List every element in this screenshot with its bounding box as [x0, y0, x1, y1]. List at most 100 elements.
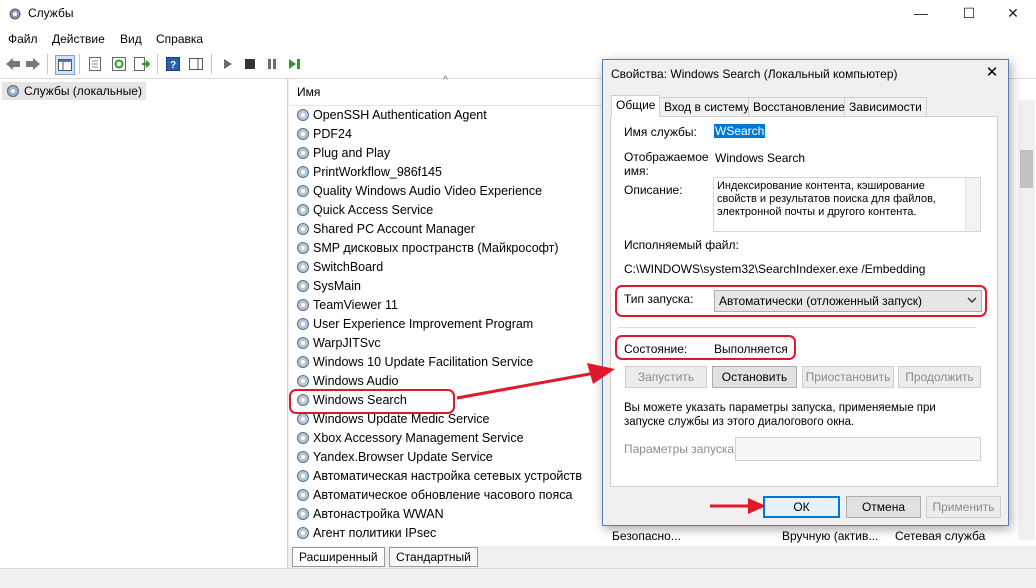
tab-logon[interactable]: Вход в систему: [659, 97, 755, 117]
tree-item-services-local[interactable]: Службы (локальные): [2, 82, 146, 100]
service-name: PDF24: [313, 127, 352, 141]
start-parameters-label: Параметры запуска:: [624, 442, 738, 456]
menu-help[interactable]: Справка: [156, 32, 203, 46]
service-name: TeamViewer 11: [313, 298, 398, 312]
tab-recovery[interactable]: Восстановление: [748, 97, 850, 117]
pause-button[interactable]: Приостановить: [802, 366, 894, 388]
show-action-pane-icon[interactable]: [187, 55, 205, 73]
start-button[interactable]: Запустить: [625, 366, 707, 388]
title-bar: [0, 0, 1036, 28]
service-name-label: Имя службы:: [624, 125, 697, 139]
restart-service-icon[interactable]: [286, 55, 304, 73]
service-gear-icon: [297, 185, 309, 197]
start-service-icon[interactable]: [219, 55, 237, 73]
service-startup-cell: Вручную (актив...: [782, 529, 879, 543]
service-gear-icon: [297, 223, 309, 235]
description-scrollbar[interactable]: [965, 178, 980, 231]
service-gear-icon: [297, 318, 309, 330]
service-gear-icon: [297, 128, 309, 140]
service-gear-icon: [297, 242, 309, 254]
executable-path: C:\WINDOWS\system32\SearchIndexer.exe /E…: [624, 262, 926, 276]
apply-button[interactable]: Применить: [926, 496, 1001, 518]
column-header-name[interactable]: Имя ^: [289, 75, 619, 106]
executable-label: Исполняемый файл:: [624, 238, 739, 252]
menu-file[interactable]: Файл: [8, 32, 38, 46]
ok-button[interactable]: ОК: [763, 496, 840, 518]
tree-pane: [0, 79, 288, 568]
highlight-service-status: [615, 335, 796, 360]
red-arrow-to-dialog-icon: [456, 363, 615, 400]
svg-text:?: ?: [170, 60, 176, 71]
service-gear-icon: [297, 280, 309, 292]
tab-extended[interactable]: Расширенный: [292, 547, 385, 567]
status-bar: [0, 568, 1036, 588]
column-header-label: Имя: [297, 85, 321, 99]
tab-standard[interactable]: Стандартный: [389, 547, 478, 567]
service-gear-icon: [297, 375, 309, 387]
toolbar-separator: [157, 54, 158, 74]
gear-icon: [7, 85, 19, 97]
cancel-button[interactable]: Отмена: [846, 496, 921, 518]
service-gear-icon: [297, 204, 309, 216]
service-name: Автоматическая настройка сетевых устройс…: [313, 469, 583, 483]
service-name: OpenSSH Authentication Agent: [313, 108, 487, 122]
stop-service-icon[interactable]: [241, 55, 259, 73]
service-name: Quick Access Service: [313, 203, 434, 217]
tree-item-label: Службы (локальные): [24, 84, 142, 98]
dialog-title: Свойства: Windows Search (Локальный комп…: [611, 67, 898, 81]
service-name: WarpJITSvc: [313, 336, 381, 350]
service-gear-icon: [297, 166, 309, 178]
tab-general[interactable]: Общие: [611, 95, 661, 117]
menu-action[interactable]: Действие: [52, 32, 105, 46]
service-name: SMP дисковых пространств (Майкрософт): [313, 241, 559, 255]
menu-view[interactable]: Вид: [120, 32, 142, 46]
service-gear-icon: [297, 299, 309, 311]
pause-service-icon[interactable]: [263, 55, 281, 73]
toolbar-separator: [211, 54, 212, 74]
service-logon-cell: Сетевая служба: [895, 529, 986, 543]
help-icon[interactable]: ?: [164, 55, 182, 73]
tab-dependencies[interactable]: Зависимости: [844, 97, 927, 117]
start-parameters-hint: Вы можете указать параметры запуска, при…: [624, 402, 936, 428]
highlight-windows-search-row: [289, 389, 455, 414]
divider: [618, 327, 976, 328]
forward-arrow-icon[interactable]: [24, 55, 42, 73]
start-parameters-input[interactable]: [735, 437, 981, 461]
service-name: User Experience Improvement Program: [313, 317, 534, 331]
service-name: Quality Windows Audio Video Experience: [313, 184, 543, 198]
properties-sheet-icon[interactable]: [86, 55, 104, 73]
service-name: PrintWorkflow_986f145: [313, 165, 443, 179]
service-gear-icon: [297, 337, 309, 349]
maximize-button[interactable]: ☐: [946, 0, 992, 28]
service-gear-icon: [297, 527, 309, 539]
resume-button[interactable]: Продолжить: [898, 366, 981, 388]
back-arrow-icon[interactable]: [4, 55, 22, 73]
sort-ascending-icon: ^: [443, 75, 448, 86]
minimize-button[interactable]: —: [898, 0, 944, 28]
service-name: Shared PC Account Manager: [313, 222, 475, 236]
description-label: Описание:: [624, 183, 683, 197]
stop-button[interactable]: Остановить: [712, 366, 797, 388]
display-name-label-line2: имя:: [624, 164, 649, 178]
service-gear-icon: [297, 147, 309, 159]
service-name: Автонастройка WWAN: [313, 507, 444, 521]
show-tree-icon[interactable]: [55, 55, 75, 75]
close-button[interactable]: ✕: [990, 0, 1036, 28]
service-name-value[interactable]: WSearch: [714, 124, 766, 138]
service-gear-icon: [297, 109, 309, 121]
service-name: Агент политики IPsec: [313, 526, 437, 540]
highlight-startup-type: [615, 285, 987, 317]
service-name: SysMain: [313, 279, 361, 293]
display-name-value[interactable]: Windows Search: [715, 151, 805, 165]
service-description-cell: Безопасно...: [612, 529, 681, 543]
service-name: Xbox Accessory Management Service: [313, 431, 524, 445]
description-text: Индексирование контента, кэширование сво…: [717, 180, 936, 218]
refresh-icon[interactable]: [110, 55, 128, 73]
service-name: Автоматическое обновление часового пояса: [313, 488, 573, 502]
service-gear-icon: [297, 356, 309, 368]
scrollbar-thumb[interactable]: [1020, 150, 1033, 188]
toolbar-separator: [79, 54, 80, 74]
dialog-close-button[interactable]: ✕: [980, 62, 1004, 86]
export-list-icon[interactable]: [133, 55, 151, 73]
description-box[interactable]: Индексирование контента, кэширование сво…: [713, 177, 981, 232]
